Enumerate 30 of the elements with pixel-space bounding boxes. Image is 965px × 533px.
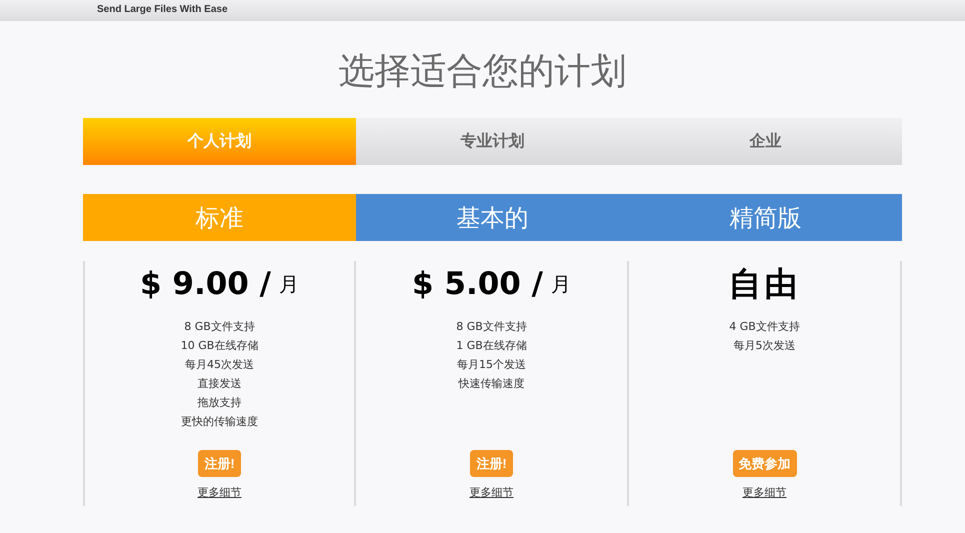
- feature-text: 快速传输速度: [458, 376, 524, 392]
- feature-text: 拖放支持: [197, 395, 242, 411]
- signup-button[interactable]: 免费参加: [732, 450, 796, 477]
- price: $ 5.00 /: [412, 266, 543, 302]
- feature-text: 更快的传输速度: [180, 414, 258, 430]
- plan-header: 基本的: [356, 194, 629, 241]
- feature-text: 8 GB文件支持: [456, 319, 527, 335]
- signup-button[interactable]: 注册!: [470, 450, 513, 477]
- feature-text: 每月15个发送: [456, 357, 526, 373]
- price-unit: 月: [278, 270, 299, 298]
- price: 自由: [728, 262, 800, 304]
- plan-header: 精简版: [629, 194, 902, 241]
- plan-tab[interactable]: 企业: [629, 118, 902, 165]
- feature-text: 10 GB在线存储: [180, 338, 258, 354]
- more-details-link[interactable]: 更多细节: [198, 485, 242, 500]
- more-details-link[interactable]: 更多细节: [470, 485, 514, 500]
- price-unit: 月: [550, 270, 571, 298]
- feature-text: 每月45次发送: [184, 357, 254, 373]
- tagline: Send Large Files With Ease: [97, 4, 228, 16]
- page-title: 选择适合您的计划: [338, 50, 628, 94]
- feature-text: 4 GB文件支持: [729, 319, 800, 335]
- more-details-link[interactable]: 更多细节: [742, 485, 786, 500]
- feature-text: 8 GB文件支持: [184, 319, 255, 335]
- feature-text: 每月5次发送: [733, 338, 796, 354]
- feature-text: 1 GB在线存储: [456, 338, 527, 354]
- signup-button[interactable]: 注册!: [198, 450, 241, 477]
- plan-header: 标准: [83, 194, 356, 241]
- price: $ 9.00 /: [140, 266, 271, 302]
- plan-tab[interactable]: 专业计划: [356, 118, 629, 165]
- feature-text: 直接发送: [197, 376, 242, 392]
